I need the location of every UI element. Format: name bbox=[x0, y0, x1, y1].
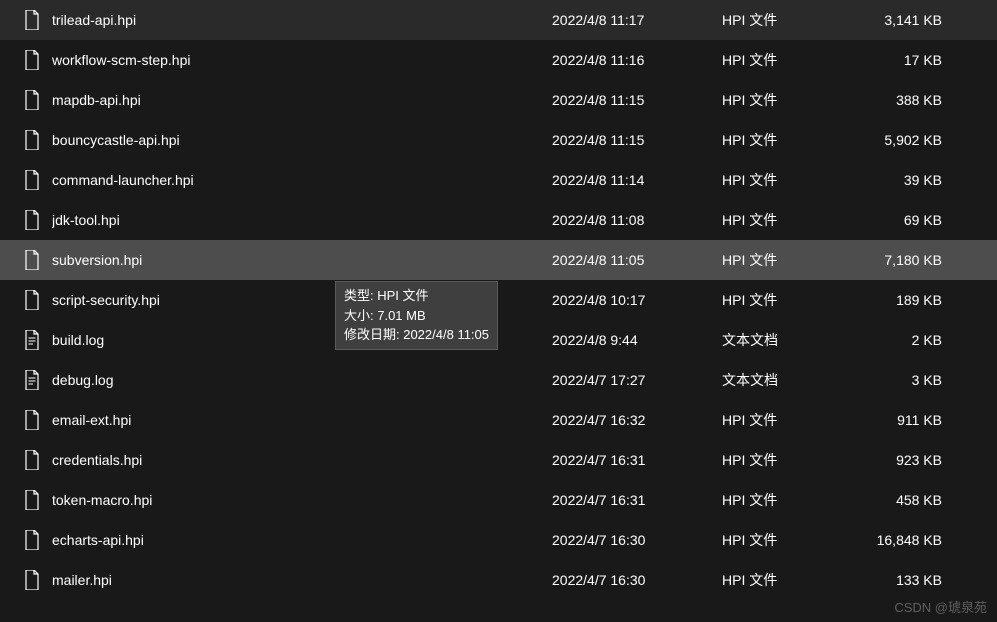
file-row[interactable]: debug.log2022/4/7 17:27文本文档3 KB bbox=[0, 360, 997, 400]
text-file-icon bbox=[24, 330, 40, 350]
file-type: HPI 文件 bbox=[722, 450, 852, 470]
file-name: debug.log bbox=[52, 372, 552, 388]
file-size: 388 KB bbox=[852, 92, 962, 108]
file-name: mailer.hpi bbox=[52, 572, 552, 588]
file-icon bbox=[24, 10, 40, 30]
file-name: email-ext.hpi bbox=[52, 412, 552, 428]
file-row[interactable]: token-macro.hpi2022/4/7 16:31HPI 文件458 K… bbox=[0, 480, 997, 520]
file-date: 2022/4/8 10:17 bbox=[552, 292, 722, 308]
file-icon bbox=[24, 450, 40, 470]
file-type: HPI 文件 bbox=[722, 90, 852, 110]
file-icon bbox=[24, 290, 40, 310]
file-icon bbox=[24, 530, 40, 550]
file-row[interactable]: echarts-api.hpi2022/4/7 16:30HPI 文件16,84… bbox=[0, 520, 997, 560]
file-size: 189 KB bbox=[852, 292, 962, 308]
file-type: HPI 文件 bbox=[722, 250, 852, 270]
file-type: HPI 文件 bbox=[722, 290, 852, 310]
file-date: 2022/4/7 16:32 bbox=[552, 412, 722, 428]
file-type: HPI 文件 bbox=[722, 570, 852, 590]
file-name: bouncycastle-api.hpi bbox=[52, 132, 552, 148]
file-name: token-macro.hpi bbox=[52, 492, 552, 508]
file-date: 2022/4/7 16:30 bbox=[552, 572, 722, 588]
file-icon bbox=[24, 210, 40, 230]
file-icon bbox=[24, 250, 40, 270]
text-file-icon bbox=[24, 370, 40, 390]
file-icon bbox=[24, 50, 40, 70]
file-date: 2022/4/8 11:15 bbox=[552, 92, 722, 108]
file-size: 69 KB bbox=[852, 212, 962, 228]
file-row[interactable]: email-ext.hpi2022/4/7 16:32HPI 文件911 KB bbox=[0, 400, 997, 440]
file-type: HPI 文件 bbox=[722, 50, 852, 70]
file-row[interactable]: jdk-tool.hpi2022/4/8 11:08HPI 文件69 KB bbox=[0, 200, 997, 240]
file-icon bbox=[24, 90, 40, 110]
file-row[interactable]: build.log2022/4/8 9:44文本文档2 KB bbox=[0, 320, 997, 360]
file-name: subversion.hpi bbox=[52, 252, 552, 268]
file-size: 923 KB bbox=[852, 452, 962, 468]
file-row[interactable]: mailer.hpi2022/4/7 16:30HPI 文件133 KB bbox=[0, 560, 997, 600]
file-name: echarts-api.hpi bbox=[52, 532, 552, 548]
file-size: 911 KB bbox=[852, 412, 962, 428]
file-size: 17 KB bbox=[852, 52, 962, 68]
file-name: command-launcher.hpi bbox=[52, 172, 552, 188]
file-name: mapdb-api.hpi bbox=[52, 92, 552, 108]
file-type: HPI 文件 bbox=[722, 410, 852, 430]
file-row[interactable]: command-launcher.hpi2022/4/8 11:14HPI 文件… bbox=[0, 160, 997, 200]
file-row[interactable]: bouncycastle-api.hpi2022/4/8 11:15HPI 文件… bbox=[0, 120, 997, 160]
file-type: 文本文档 bbox=[722, 330, 852, 350]
file-type: HPI 文件 bbox=[722, 170, 852, 190]
file-icon bbox=[24, 570, 40, 590]
file-name: jdk-tool.hpi bbox=[52, 212, 552, 228]
file-size: 5,902 KB bbox=[852, 132, 962, 148]
file-name: credentials.hpi bbox=[52, 452, 552, 468]
file-list: trilead-api.hpi2022/4/8 11:17HPI 文件3,141… bbox=[0, 0, 997, 600]
file-date: 2022/4/8 11:14 bbox=[552, 172, 722, 188]
file-type: HPI 文件 bbox=[722, 130, 852, 150]
file-row[interactable]: workflow-scm-step.hpi2022/4/8 11:16HPI 文… bbox=[0, 40, 997, 80]
file-icon bbox=[24, 410, 40, 430]
file-date: 2022/4/8 9:44 bbox=[552, 332, 722, 348]
file-row[interactable]: script-security.hpi2022/4/8 10:17HPI 文件1… bbox=[0, 280, 997, 320]
file-row[interactable]: trilead-api.hpi2022/4/8 11:17HPI 文件3,141… bbox=[0, 0, 997, 40]
file-type: 文本文档 bbox=[722, 370, 852, 390]
file-size: 7,180 KB bbox=[852, 252, 962, 268]
file-date: 2022/4/8 11:05 bbox=[552, 252, 722, 268]
file-size: 39 KB bbox=[852, 172, 962, 188]
file-size: 2 KB bbox=[852, 332, 962, 348]
file-date: 2022/4/7 16:30 bbox=[552, 532, 722, 548]
file-date: 2022/4/8 11:15 bbox=[552, 132, 722, 148]
file-date: 2022/4/7 17:27 bbox=[552, 372, 722, 388]
file-date: 2022/4/7 16:31 bbox=[552, 452, 722, 468]
file-type: HPI 文件 bbox=[722, 530, 852, 550]
file-name: build.log bbox=[52, 332, 552, 348]
file-size: 16,848 KB bbox=[852, 532, 962, 548]
file-size: 3 KB bbox=[852, 372, 962, 388]
file-name: trilead-api.hpi bbox=[52, 12, 552, 28]
file-size: 3,141 KB bbox=[852, 12, 962, 28]
file-date: 2022/4/8 11:17 bbox=[552, 12, 722, 28]
file-size: 133 KB bbox=[852, 572, 962, 588]
file-icon bbox=[24, 130, 40, 150]
file-type: HPI 文件 bbox=[722, 10, 852, 30]
file-date: 2022/4/8 11:08 bbox=[552, 212, 722, 228]
file-type: HPI 文件 bbox=[722, 210, 852, 230]
file-icon bbox=[24, 170, 40, 190]
file-row[interactable]: mapdb-api.hpi2022/4/8 11:15HPI 文件388 KB bbox=[0, 80, 997, 120]
file-row[interactable]: subversion.hpi2022/4/8 11:05HPI 文件7,180 … bbox=[0, 240, 997, 280]
file-date: 2022/4/8 11:16 bbox=[552, 52, 722, 68]
file-row[interactable]: credentials.hpi2022/4/7 16:31HPI 文件923 K… bbox=[0, 440, 997, 480]
file-name: script-security.hpi bbox=[52, 292, 552, 308]
file-icon bbox=[24, 490, 40, 510]
file-size: 458 KB bbox=[852, 492, 962, 508]
file-date: 2022/4/7 16:31 bbox=[552, 492, 722, 508]
file-name: workflow-scm-step.hpi bbox=[52, 52, 552, 68]
file-type: HPI 文件 bbox=[722, 490, 852, 510]
